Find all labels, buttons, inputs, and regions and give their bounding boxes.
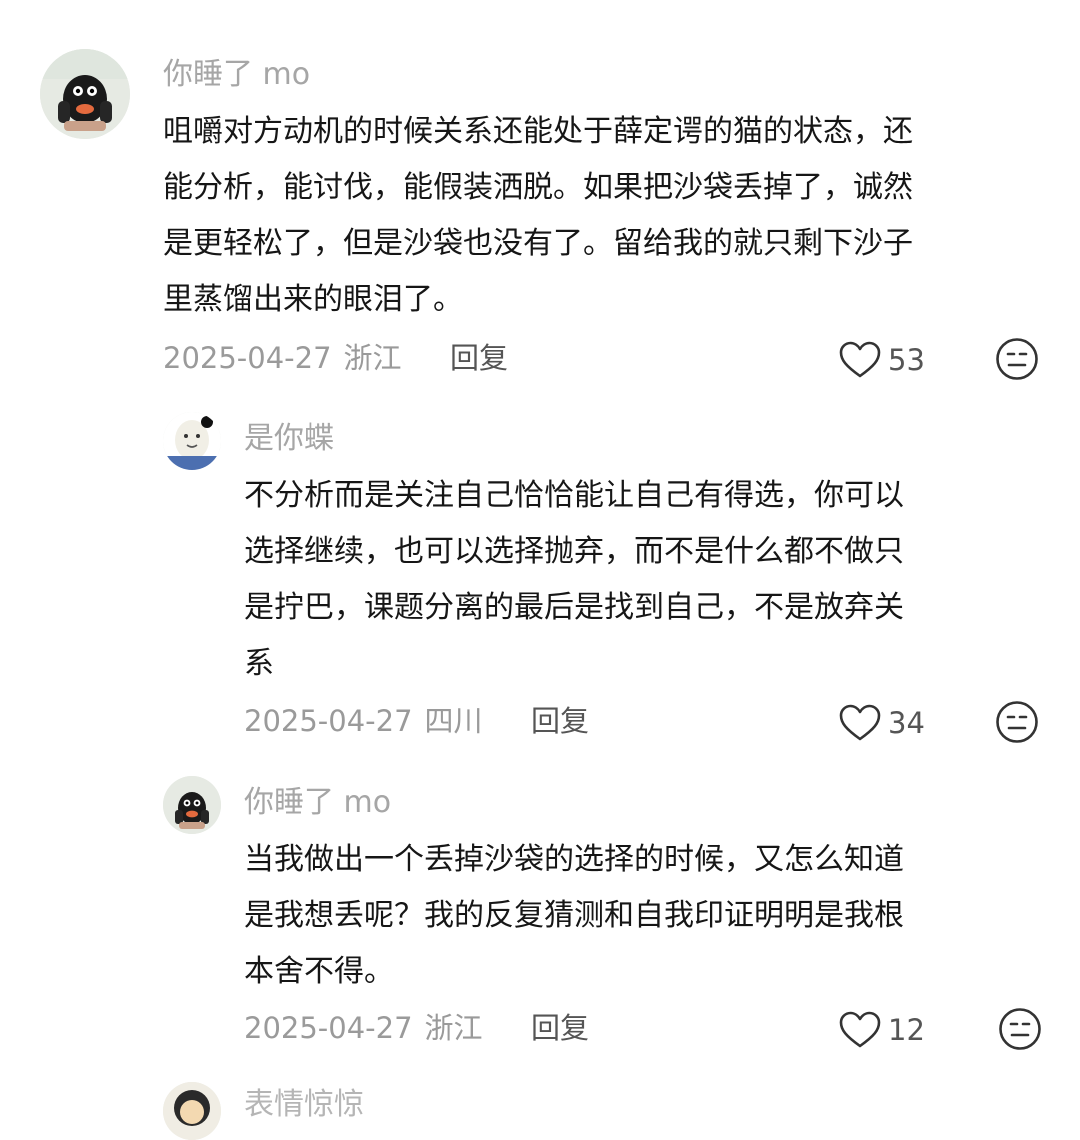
comment-meta: 2025-04-27 浙江 (244, 1014, 483, 1043)
user-avatar[interactable] (163, 1082, 221, 1140)
comment-line: 不分析而是关注自己恰恰能让自己有得选，你可以 (244, 478, 904, 513)
comment-line: 咀嚼对方动机的时候关系还能处于薛定谔的猫的状态，还 (163, 114, 913, 149)
comment-line: 当我做出一个丢掉沙袋的选择的时候，又怎么知道 (244, 842, 904, 877)
comment-meta: 2025-04-27 四川 (244, 707, 483, 736)
neutral-face-icon (996, 701, 1038, 743)
username[interactable]: 表情惊惊 (244, 1090, 364, 1120)
comment-line: 里蒸馏出来的眼泪了。 (163, 282, 463, 317)
heart-icon (839, 1011, 881, 1048)
penguin-avatar-icon (163, 776, 221, 834)
cartoon-avatar-icon (163, 1082, 221, 1140)
like-count: 34 (888, 705, 925, 740)
comment-line: 选择继续，也可以选择抛弃，而不是什么都不做只 (244, 534, 904, 569)
dislike-button[interactable] (995, 700, 1039, 744)
dislike-button[interactable] (998, 1007, 1042, 1051)
comment-line: 是更轻松了，但是沙袋也没有了。留给我的就只剩下沙子 (163, 226, 913, 261)
heart-icon (839, 341, 881, 378)
dislike-button[interactable] (995, 337, 1039, 381)
comment-date: 2025-04-27 (163, 341, 332, 375)
penguin-avatar-icon (40, 49, 130, 139)
comment-location: 四川 (424, 704, 483, 738)
like-button[interactable]: 53 (838, 340, 925, 380)
comment-line: 本舍不得。 (244, 954, 394, 989)
cartoon-face-avatar-icon (163, 412, 221, 470)
comment-text: 不分析而是关注自己恰恰能让自己有得选，你可以 选择继续，也可以选择抛弃，而不是什… (244, 468, 904, 692)
comment-line: 是我想丢呢？我的反复猜测和自我印证明明是我根 (244, 898, 904, 933)
reply-button[interactable]: 回复 (450, 344, 508, 373)
comment-text: 咀嚼对方动机的时候关系还能处于薛定谔的猫的状态，还 能分析，能讨伐，能假装洒脱。… (163, 104, 913, 328)
comment-text: 当我做出一个丢掉沙袋的选择的时候，又怎么知道 是我想丢呢？我的反复猜测和自我印证… (244, 832, 904, 1000)
username[interactable]: 你睡了 mo (244, 788, 391, 818)
user-avatar[interactable] (163, 412, 221, 470)
heart-icon (839, 704, 881, 741)
comment-location: 浙江 (343, 341, 402, 375)
comment-date: 2025-04-27 (244, 1011, 413, 1045)
like-count: 53 (888, 342, 925, 377)
neutral-face-icon (996, 338, 1038, 380)
user-avatar[interactable] (163, 776, 221, 834)
like-button[interactable]: 12 (838, 1010, 925, 1050)
like-count: 12 (888, 1012, 925, 1047)
reply-button[interactable]: 回复 (531, 707, 589, 736)
comment-date: 2025-04-27 (244, 704, 413, 738)
like-button[interactable]: 34 (838, 703, 925, 743)
comment-location: 浙江 (424, 1011, 483, 1045)
comment-line: 系 (244, 646, 274, 681)
comment-line: 是拧巴，课题分离的最后是找到自己，不是放弃关 (244, 590, 904, 625)
username[interactable]: 你睡了 mo (163, 60, 310, 90)
user-avatar[interactable] (40, 49, 130, 139)
username[interactable]: 是你蝶 (244, 424, 334, 454)
comment-meta: 2025-04-27 浙江 (163, 344, 402, 373)
reply-button[interactable]: 回复 (531, 1014, 589, 1043)
comment-line: 能分析，能讨伐，能假装洒脱。如果把沙袋丢掉了，诚然 (163, 170, 913, 205)
neutral-face-icon (999, 1008, 1041, 1050)
